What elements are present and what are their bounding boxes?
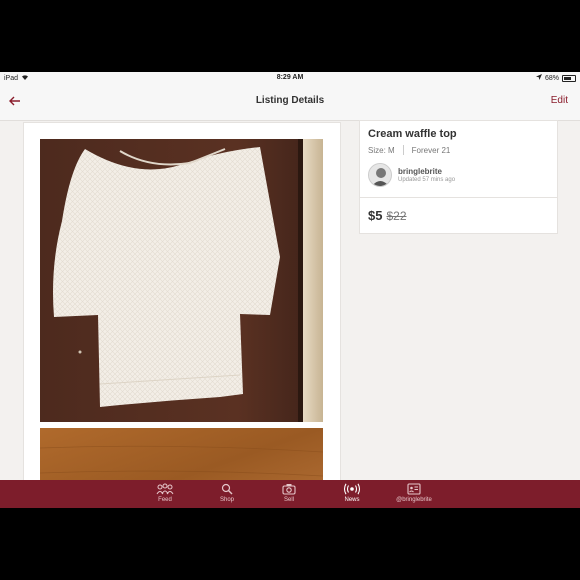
tab-sell-label: Sell <box>283 497 294 503</box>
app-screen: iPad 8:29 AM 68% Listing Details Edit Cr… <box>0 72 580 508</box>
status-bar: iPad 8:29 AM 68% <box>0 72 580 84</box>
location-icon <box>535 74 542 82</box>
price-row: $5 $22 <box>368 208 407 223</box>
price: $5 <box>368 208 383 223</box>
tab-closet-label: @bringlebrite <box>396 497 432 503</box>
meta-divider <box>402 145 404 155</box>
clock: 8:29 AM <box>276 74 304 81</box>
photo-card <box>23 122 341 508</box>
broadcast-icon <box>343 483 361 495</box>
tab-news-label: News <box>344 497 360 503</box>
brand-label[interactable]: Forever 21 <box>412 146 451 155</box>
feed-icon <box>156 483 174 495</box>
size-label: Size: M <box>368 145 395 155</box>
tab-feed-label: Feed <box>158 497 172 503</box>
tab-news[interactable]: News <box>327 483 377 503</box>
navigation-bar: Listing Details Edit <box>0 84 580 121</box>
divider <box>360 197 557 198</box>
search-icon <box>221 483 233 495</box>
updated-time: Updated 57 mins ago <box>398 177 456 183</box>
seller-name[interactable]: bringlebrite <box>398 167 455 176</box>
tab-closet[interactable]: @bringlebrite <box>389 483 439 503</box>
tab-sell[interactable]: Sell <box>264 483 314 503</box>
tab-feed[interactable]: Feed <box>140 483 190 503</box>
camera-icon <box>282 484 296 495</box>
tab-shop[interactable]: Shop <box>202 483 252 503</box>
listing-photo-main[interactable] <box>40 139 323 422</box>
page-title: Listing Details <box>255 95 325 106</box>
battery-percent: 68% <box>544 74 559 82</box>
edit-button[interactable]: Edit <box>551 95 568 106</box>
original-price: $22 <box>386 209 407 223</box>
listing-details-card: Cream waffle top Size: M Forever 21 brin… <box>359 120 558 234</box>
avatar[interactable] <box>368 163 392 187</box>
battery-icon <box>562 74 576 82</box>
seller-row: bringlebrite Updated 57 mins ago <box>368 163 455 187</box>
tab-bar: Feed Shop Sell News @bringlebrite <box>0 480 580 508</box>
closet-icon <box>407 483 421 495</box>
tab-shop-label: Shop <box>219 497 234 503</box>
listing-meta: Size: M Forever 21 <box>368 145 450 155</box>
listing-title: Cream waffle top <box>368 128 457 140</box>
